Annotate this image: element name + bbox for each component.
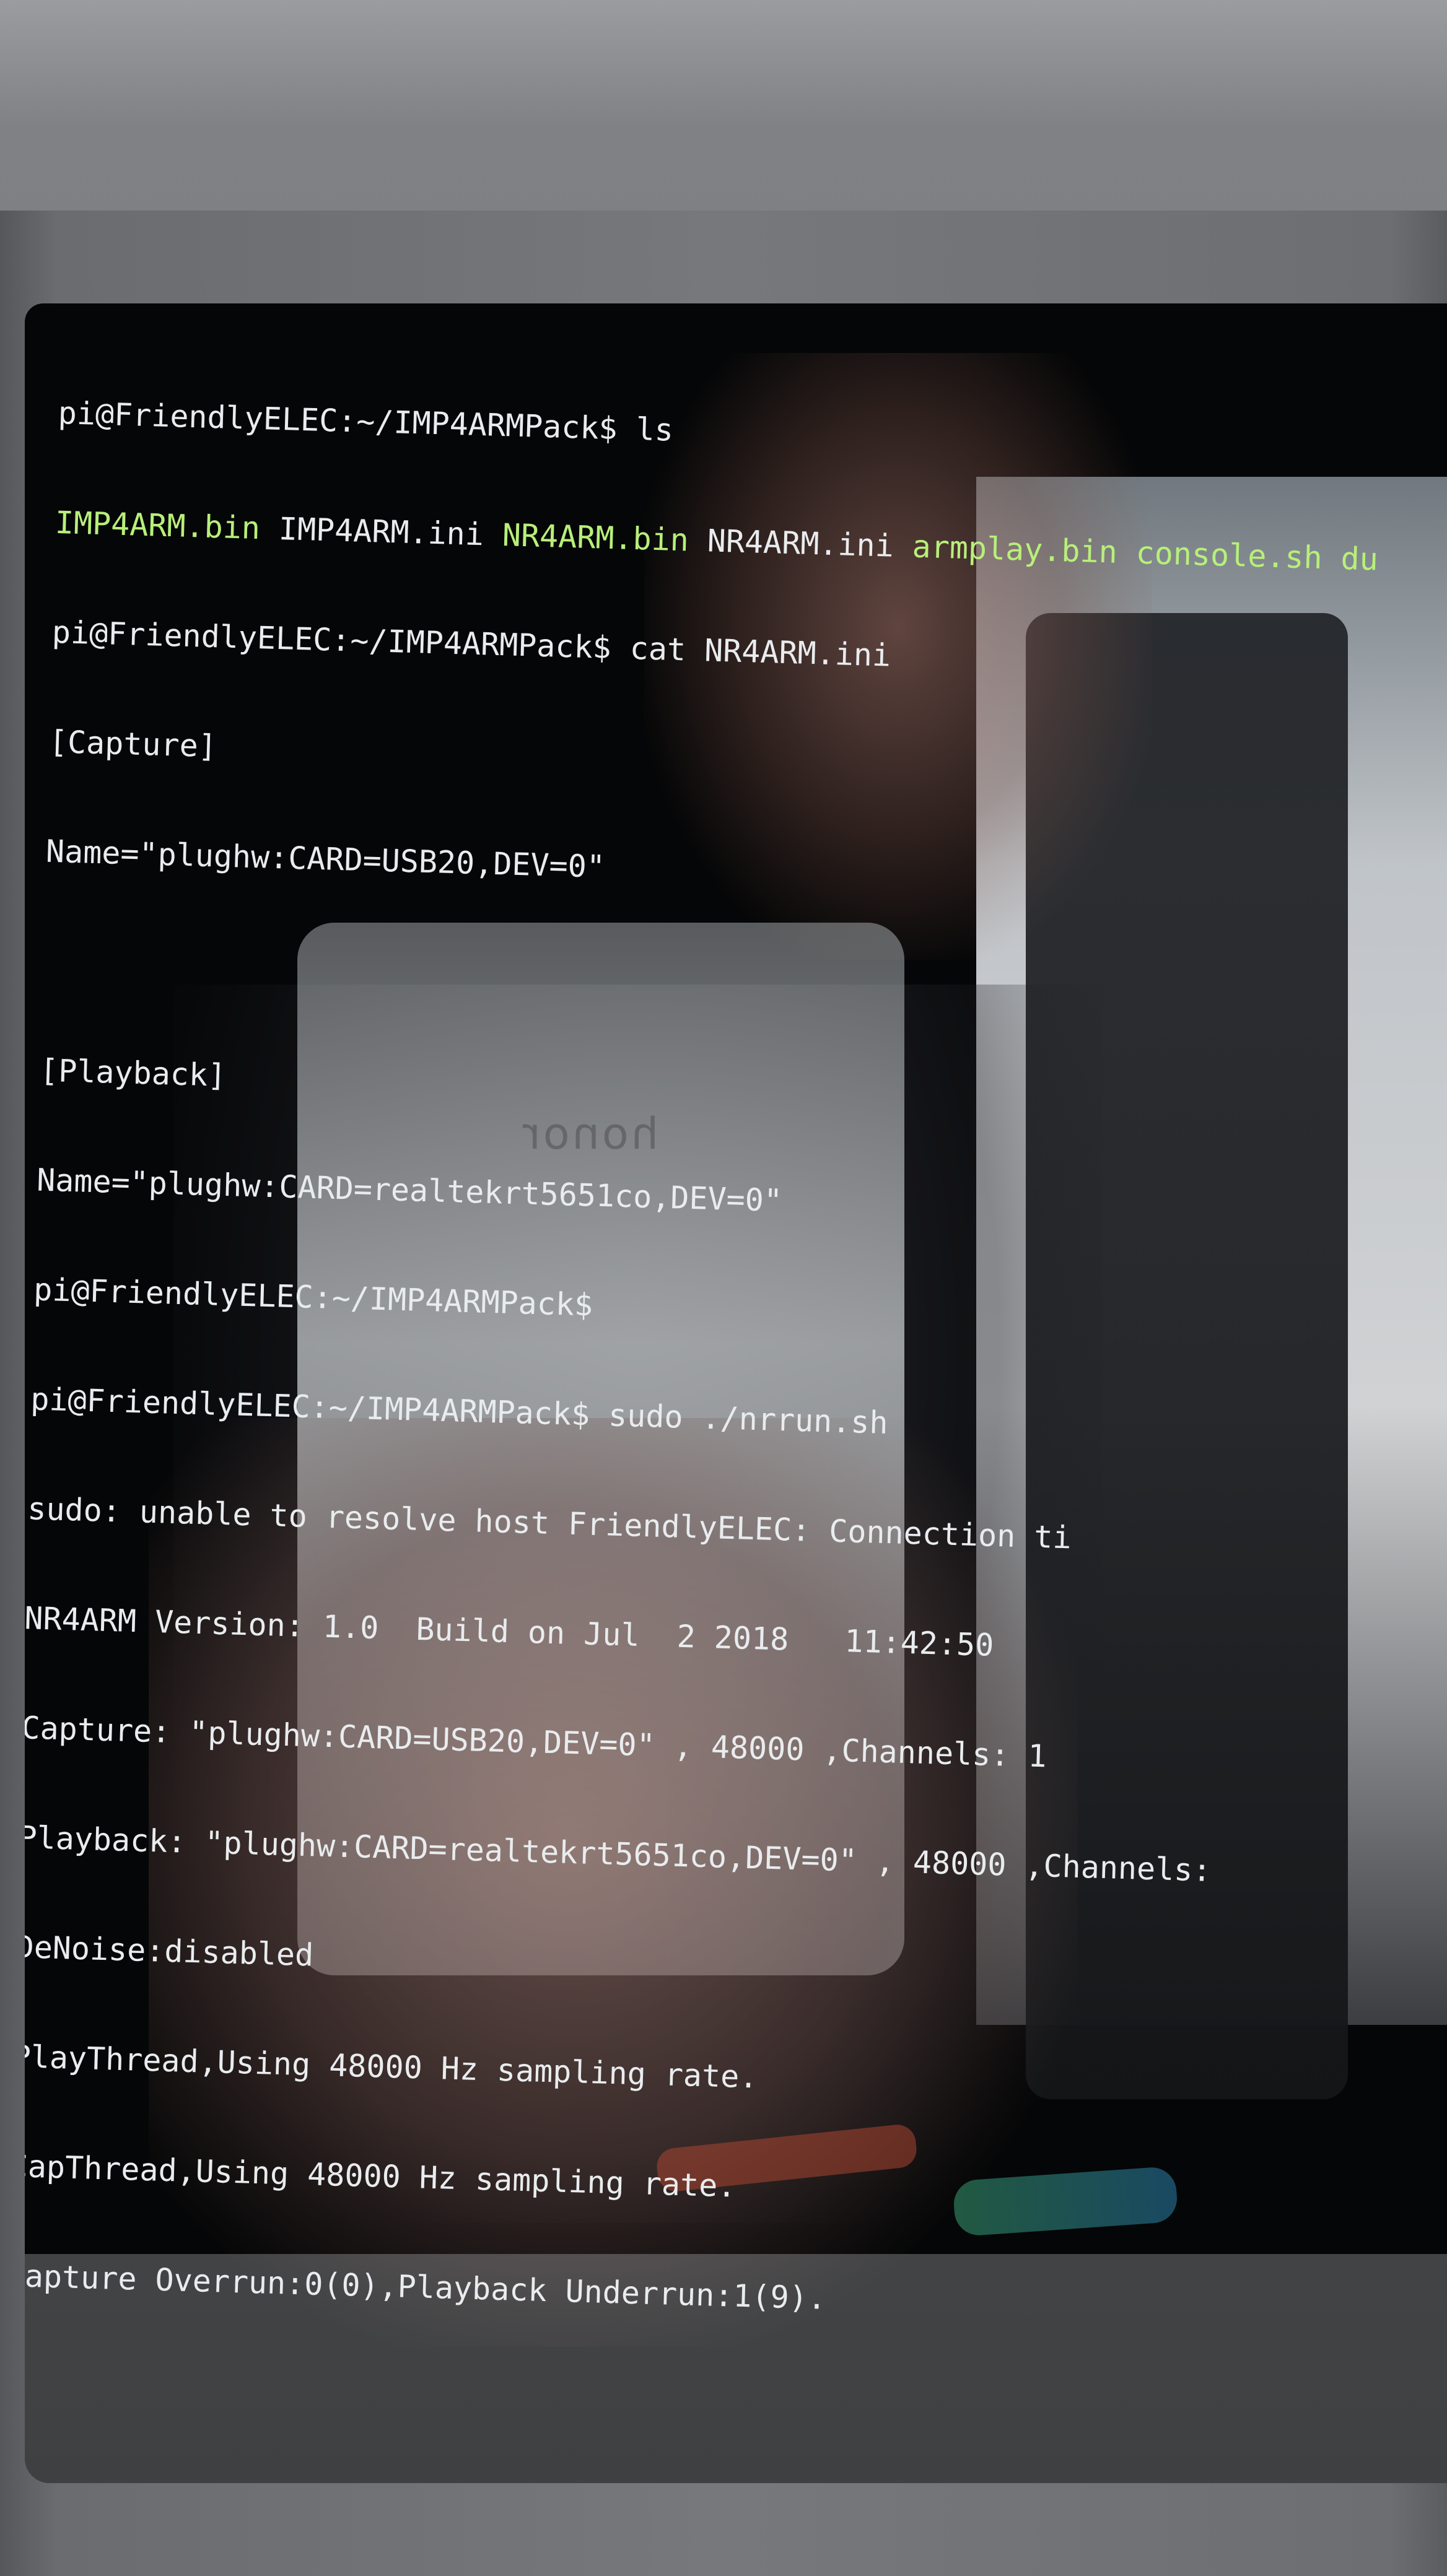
ls-file: IMP4ARM.ini	[278, 510, 484, 553]
terminal-line-prompt-empty: pi@FriendlyELEC:~/IMP4ARMPack$	[33, 1271, 593, 1323]
terminal-line-playthread: PlayThread,Using 48000 Hz sampling rate.	[25, 2038, 759, 2095]
terminal-line-prompt-cat: pi@FriendlyELEC:~/IMP4ARMPack$ cat NR4AR…	[51, 614, 891, 674]
terminal-line-ini-playback-header: [Playback]	[39, 1052, 227, 1094]
terminal-screen[interactable]: honor pi@FriendlyELEC:~/IMP4ARMPack$ ls …	[25, 303, 1447, 2483]
terminal-line-ini-capture-name: Name="plughw:CARD=USB20,DEV=0"	[45, 833, 606, 885]
ls-file: NR4ARM.ini	[707, 523, 894, 564]
terminal-line-sudo-warning: sudo: unable to resolve host FriendlyELE…	[27, 1490, 1072, 1556]
ls-file: NR4ARM.bin	[502, 517, 689, 559]
terminal-line-playback: Playback: "plughw:CARD=realtekrt5651co,D…	[25, 1819, 1212, 1889]
terminal-output[interactable]: pi@FriendlyELEC:~/IMP4ARMPack$ ls IMP4AR…	[25, 322, 1384, 2404]
terminal-line-ini-capture-header: [Capture]	[48, 723, 217, 765]
ls-file: armplay.bin	[911, 528, 1118, 570]
terminal-line-prompt-ls: pi@FriendlyELEC:~/IMP4ARMPack$ ls	[58, 394, 674, 448]
ls-file: du	[1340, 540, 1379, 578]
terminal-line-capture: Capture: "plughw:CARD=USB20,DEV=0" , 480…	[25, 1710, 1047, 1775]
terminal-line-ini-playback-name: Name="plughw:CARD=realtekrt5651co,DEV=0"	[36, 1162, 783, 1219]
terminal-line-denoise: DeNoise:disabled	[25, 1928, 314, 1973]
terminal-line-ls-output: IMP4ARM.bin IMP4ARM.ini NR4ARM.bin NR4ARM.i…	[55, 505, 1379, 578]
monitor-photo: honor pi@FriendlyELEC:~/IMP4ARMPack$ ls …	[0, 0, 1447, 2576]
terminal-line-capthread: CapThread,Using 48000 Hz sampling rate.	[25, 2147, 737, 2204]
ls-file: console.sh	[1135, 534, 1323, 577]
terminal-line-overrun: Capture Overrun:0(0),Playback Underrun:1…	[25, 2257, 827, 2317]
terminal-line-prompt-run: pi@FriendlyELEC:~/IMP4ARMPack$ sudo ./nr…	[30, 1381, 889, 1441]
ls-file: IMP4ARM.bin	[55, 504, 261, 547]
terminal-line-version: NR4ARM Version: 1.0 Build on Jul 2 2018 …	[25, 1600, 995, 1663]
